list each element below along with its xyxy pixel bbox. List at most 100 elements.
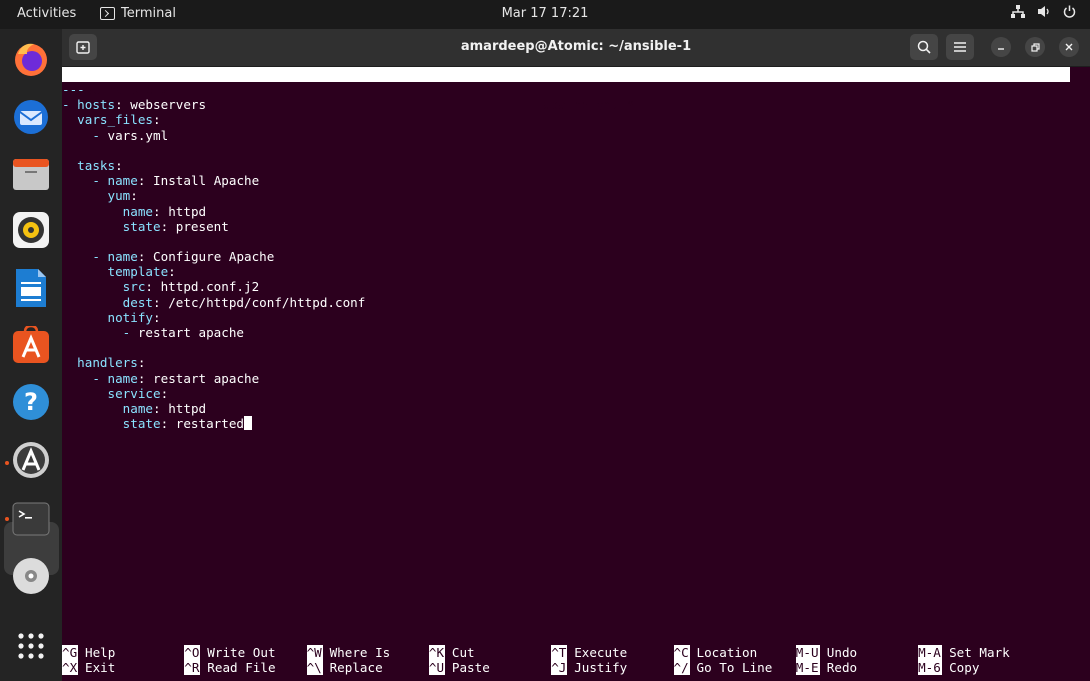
shortcut-bar: ^G Help ^X Exit ^O Write Out ^R Read File ^W Wher… <box>62 645 1090 677</box>
shortcut-item[interactable]: ^T Execute <box>551 645 627 661</box>
shortcut-label: Redo <box>826 660 858 676</box>
list-dash: - <box>122 325 138 340</box>
code-line[interactable]: - vars.yml <box>62 128 365 143</box>
code-line[interactable]: name: httpd <box>62 401 365 416</box>
shortcut-key: ^J <box>551 660 568 676</box>
shortcut-item[interactable]: ^R Read File <box>184 660 276 676</box>
code-line[interactable]: template: <box>62 264 365 279</box>
code-line[interactable]: name: httpd <box>62 204 365 219</box>
code-line[interactable] <box>62 340 365 355</box>
yaml-value: httpd.conf.j2 <box>153 279 260 295</box>
code-line[interactable]: handlers: <box>62 355 365 370</box>
code-line[interactable]: vars_files: <box>62 112 365 127</box>
shortcut-label: Set Mark <box>949 645 1010 660</box>
yaml-key: hosts <box>77 97 116 113</box>
shortcut-label: Undo <box>826 645 858 660</box>
code-line[interactable]: src: httpd.conf.j2 <box>62 279 365 294</box>
yaml-value: Configure Apache <box>145 249 275 265</box>
yaml-key: handlers <box>77 355 138 371</box>
yaml-key: yum <box>107 188 131 204</box>
network-icon[interactable] <box>1011 5 1025 18</box>
code-line[interactable]: --- <box>62 82 365 97</box>
software-updater-icon[interactable] <box>10 439 52 481</box>
code-line[interactable]: yum: <box>62 188 365 203</box>
shortcut-key: ^X <box>62 660 78 676</box>
code-line[interactable]: tasks: <box>62 158 365 173</box>
shortcut-item[interactable]: ^J Justify <box>551 660 627 676</box>
firefox-icon[interactable] <box>10 38 52 80</box>
power-icon[interactable] <box>1063 5 1076 18</box>
menu-button[interactable] <box>946 34 974 60</box>
code-line[interactable] <box>62 234 365 249</box>
file-name: apache.yml * <box>543 97 634 113</box>
shortcut-key: ^U <box>428 660 445 676</box>
code-line[interactable]: - name: Configure Apache <box>62 249 365 264</box>
libreoffice-writer-icon[interactable] <box>10 267 52 309</box>
shortcut-item[interactable]: ^U Paste <box>428 660 490 676</box>
maximize-button[interactable] <box>1025 37 1045 57</box>
system-tray[interactable] <box>1011 5 1076 18</box>
shortcut-item[interactable]: M-U Undo <box>795 645 858 661</box>
code-line[interactable]: - name: restart apache <box>62 371 365 386</box>
yaml-colon: : <box>153 294 161 310</box>
code-line[interactable]: - restart apache <box>62 325 365 340</box>
shortcut-pair: ^T Execute ^J Justify <box>551 645 627 677</box>
yaml-value: restarted <box>168 416 245 432</box>
yaml-key: dest <box>122 294 154 310</box>
yaml-key: service <box>107 385 161 401</box>
shortcut-item[interactable]: M-A Set Mark <box>918 645 1010 661</box>
shortcut-label: Replace <box>329 660 383 676</box>
dvd-icon[interactable] <box>10 555 52 597</box>
list-dash: - <box>92 173 108 189</box>
code-line[interactable]: state: restarted <box>62 416 365 431</box>
restore-icon <box>1030 42 1040 52</box>
shortcut-item[interactable]: M-E Redo <box>795 660 858 676</box>
code-line[interactable]: service: <box>62 386 365 401</box>
shortcut-label: Paste <box>451 660 490 676</box>
rhythmbox-icon[interactable] <box>10 209 52 251</box>
shortcut-key: M-A <box>918 645 943 661</box>
close-button[interactable] <box>1059 37 1079 57</box>
editor-content[interactable]: --- - hosts: webservers vars_files: - var… <box>62 82 365 431</box>
help-icon[interactable]: ? <box>10 381 52 423</box>
show-applications-icon[interactable] <box>10 625 52 667</box>
yaml-colon: : <box>145 279 154 295</box>
code-line[interactable]: dest: /etc/httpd/conf/httpd.conf <box>62 294 366 310</box>
shortcut-item[interactable]: ^O Write Out <box>184 645 276 661</box>
shortcut-item[interactable]: ^W Where Is <box>306 645 390 661</box>
terminal-dock-icon[interactable] <box>10 498 52 540</box>
code-line[interactable]: - name: Install Apache <box>62 173 365 188</box>
yaml-key: name <box>122 203 154 219</box>
shortcut-pair: ^C Location ^/ Go To Line <box>673 645 773 677</box>
shortcut-item[interactable]: ^/ Go To Line <box>673 660 772 676</box>
volume-icon[interactable] <box>1037 5 1051 18</box>
ubuntu-software-icon[interactable] <box>10 324 52 366</box>
code-line[interactable] <box>62 143 365 158</box>
shortcut-pair: ^W Where Is ^\ Replace <box>306 645 391 677</box>
yaml-key: name <box>107 173 138 189</box>
shortcut-item[interactable]: ^X Exit <box>62 660 115 676</box>
text-cursor <box>244 416 253 431</box>
shortcut-label: Write Out <box>207 645 276 660</box>
shortcut-item[interactable]: ^K Cut <box>428 645 490 661</box>
code-line[interactable]: notify: <box>62 310 365 325</box>
shortcut-key: M-E <box>795 660 820 676</box>
code-line[interactable]: - hosts: webservers <box>62 97 365 112</box>
clock[interactable]: Mar 17 17:21 <box>0 6 1090 21</box>
search-button[interactable] <box>910 34 938 60</box>
yaml-key: state <box>122 218 161 234</box>
minimize-button[interactable] <box>991 37 1011 57</box>
code-line[interactable]: state: present <box>62 219 365 234</box>
running-indicator <box>5 517 9 521</box>
shortcut-item[interactable]: ^G Help <box>62 645 115 661</box>
thunderbird-icon[interactable] <box>10 95 52 137</box>
yaml-colon: : <box>153 112 161 128</box>
yaml-colon: : <box>137 355 146 371</box>
shortcut-item[interactable]: ^C Location <box>673 645 773 661</box>
yaml-colon: : <box>130 188 138 204</box>
shortcut-item[interactable]: ^\ Replace <box>306 660 391 676</box>
search-icon <box>917 40 931 54</box>
files-icon[interactable] <box>10 153 52 195</box>
shortcut-item[interactable]: M-6 Copy <box>918 660 1010 676</box>
yaml-colon: : <box>153 203 161 219</box>
